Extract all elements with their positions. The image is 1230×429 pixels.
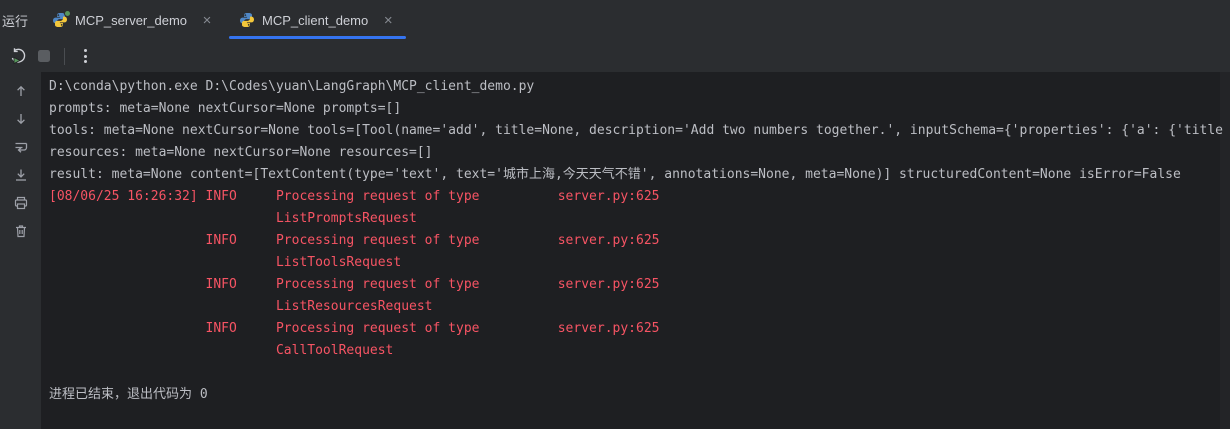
run-tab-bar: 运行 MCP_server_demo × <box>0 0 1230 40</box>
python-icon <box>52 12 68 28</box>
arrow-up-button[interactable] <box>10 80 32 102</box>
console-line: INFO Processing request of type server.p… <box>49 230 1230 252</box>
console-line: D:\conda\python.exe D:\Codes\yuan\LangGr… <box>49 76 1230 98</box>
more-options-button[interactable] <box>72 44 98 68</box>
scroll-to-end-button[interactable] <box>10 164 32 186</box>
console-line: ListResourcesRequest <box>49 296 1230 318</box>
console-line: prompts: meta=None nextCursor=None promp… <box>49 98 1230 120</box>
vertical-scrollbar[interactable] <box>1220 72 1230 429</box>
run-toolbar <box>0 40 1230 72</box>
console-line: result: meta=None content=[TextContent(t… <box>49 164 1230 186</box>
clear-all-trash-icon <box>13 223 29 239</box>
python-icon <box>239 12 255 28</box>
rerun-icon <box>9 47 27 65</box>
stop-button[interactable] <box>31 44 57 68</box>
clear-all-button[interactable] <box>10 220 32 242</box>
console-line: ListToolsRequest <box>49 252 1230 274</box>
console-line: tools: meta=None nextCursor=None tools=[… <box>49 120 1230 142</box>
console-output-area[interactable]: D:\conda\python.exe D:\Codes\yuan\LangGr… <box>41 72 1230 429</box>
tab-mcp-server-demo[interactable]: MCP_server_demo × <box>40 0 227 40</box>
stop-icon <box>38 50 50 62</box>
toolbar-divider <box>64 48 65 65</box>
run-tool-window: 运行 MCP_server_demo × <box>0 0 1230 429</box>
running-indicator-dot <box>64 10 71 17</box>
console-line: [08/06/25 16:26:32] INFO Processing requ… <box>49 186 1230 208</box>
console-line: INFO Processing request of type server.p… <box>49 274 1230 296</box>
tab-mcp-client-demo[interactable]: MCP_client_demo × <box>227 0 408 40</box>
soft-wrap-button[interactable] <box>10 136 32 158</box>
console-output: D:\conda\python.exe D:\Codes\yuan\LangGr… <box>49 76 1230 406</box>
close-icon[interactable]: × <box>380 12 396 28</box>
arrow-down-icon <box>13 111 29 127</box>
more-options-kebab-icon <box>84 49 87 63</box>
arrow-down-button[interactable] <box>10 108 32 130</box>
console-gutter-toolbar <box>0 72 41 429</box>
soft-wrap-icon <box>13 139 29 155</box>
arrow-up-icon <box>13 83 29 99</box>
scroll-to-end-icon <box>13 167 29 183</box>
console-body: D:\conda\python.exe D:\Codes\yuan\LangGr… <box>0 72 1230 429</box>
rerun-button[interactable] <box>5 44 31 68</box>
console-line <box>49 362 1230 384</box>
tab-label: MCP_client_demo <box>262 13 368 28</box>
tab-label: MCP_server_demo <box>75 13 187 28</box>
console-line: CallToolRequest <box>49 340 1230 362</box>
console-line: 进程已结束，退出代码为 0 <box>49 384 1230 406</box>
close-icon[interactable]: × <box>199 12 215 28</box>
tool-window-title: 运行 <box>0 0 40 40</box>
console-line: resources: meta=None nextCursor=None res… <box>49 142 1230 164</box>
console-line: INFO Processing request of type server.p… <box>49 318 1230 340</box>
print-button[interactable] <box>10 192 32 214</box>
print-icon <box>13 195 29 211</box>
console-line: ListPromptsRequest <box>49 208 1230 230</box>
